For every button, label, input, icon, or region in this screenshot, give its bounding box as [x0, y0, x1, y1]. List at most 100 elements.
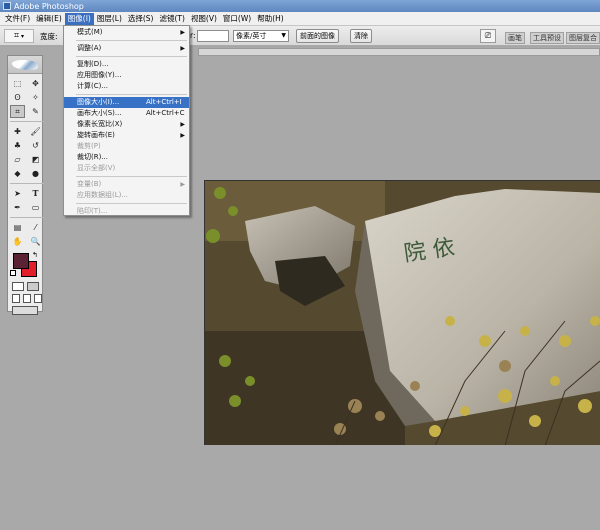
image-menu-dropdown: 模式(M) ▶ 调整(A) ▶ 复制(D)... 应用图像(Y)... 计算(C).… — [63, 25, 190, 216]
menu-select[interactable]: 选择(S) — [125, 13, 157, 25]
menu-bar: 文件(F) 编辑(E) 图像(I) 图层(L) 选择(S) 滤镜(T) 视图(V… — [0, 12, 600, 26]
menu-item-adjustments[interactable]: 调整(A) ▶ — [64, 43, 189, 54]
paint-bucket-tool-icon[interactable]: ◩ — [28, 153, 43, 166]
clone-stamp-tool-icon[interactable]: ♣ — [10, 139, 25, 152]
document-window-titlebar[interactable] — [198, 48, 600, 56]
menu-image[interactable]: 图像(I) — [64, 12, 94, 25]
zoom-tool-icon[interactable]: 🔍 — [28, 235, 43, 248]
chevron-down-icon: ▼ — [281, 32, 286, 39]
menu-window[interactable]: 窗口(W) — [220, 13, 254, 25]
unit-select-value: 像素/英寸 — [236, 32, 267, 40]
menu-item-calculations[interactable]: 计算(C)... — [64, 81, 189, 92]
menu-layer[interactable]: 图层(L) — [94, 13, 125, 25]
submenu-arrow-icon: ▶ — [180, 181, 185, 188]
menu-item-pixel-aspect-ratio[interactable]: 像素长宽比(X) ▶ — [64, 119, 189, 130]
menu-edit[interactable]: 编辑(E) — [33, 13, 65, 25]
dodge-tool-icon[interactable]: ● — [28, 167, 43, 180]
menu-item-mode[interactable]: 模式(M) ▶ — [64, 27, 189, 38]
photo-image: 院 依 — [205, 181, 600, 445]
window-title: Adobe Photoshop — [14, 1, 84, 11]
submenu-arrow-icon: ▶ — [180, 121, 185, 128]
menu-item-trap: 陷印(T)... — [77, 207, 108, 215]
menu-view[interactable]: 视图(V) — [188, 13, 220, 25]
width-label: 宽度: — [40, 32, 58, 41]
submenu-arrow-icon: ▶ — [180, 132, 185, 139]
imageready-row — [8, 303, 42, 315]
hand-tool-icon[interactable]: ✋ — [10, 235, 25, 248]
menu-item-rotate-canvas[interactable]: 旋转画布(E) ▶ — [64, 130, 189, 141]
menu-item-reveal-all: 显示全部(V) — [77, 164, 116, 172]
menu-separator — [76, 203, 187, 204]
swap-colors-icon[interactable]: ↰ — [32, 251, 38, 259]
quick-mask-mode-icon[interactable] — [27, 282, 39, 291]
menu-separator — [76, 40, 187, 41]
history-brush-tool-icon[interactable]: ↺ — [28, 139, 43, 152]
toolbox-divider — [10, 121, 44, 122]
crop-tool-icon[interactable]: ⌗ — [10, 105, 25, 118]
menu-item-variables: 变量(B) ▶ — [77, 180, 185, 188]
default-colors-icon[interactable] — [10, 270, 16, 276]
menu-filter[interactable]: 滤镜(T) — [157, 13, 188, 25]
title-bar: Adobe Photoshop — [0, 0, 600, 12]
tab-layer-comps[interactable]: 图层复合 — [566, 32, 600, 44]
foreground-color-swatch[interactable] — [13, 253, 29, 269]
slice-tool-icon[interactable]: ✎ — [28, 105, 43, 118]
toolbox-divider — [10, 217, 44, 218]
menu-item-duplicate[interactable]: 复制(D)... — [64, 59, 189, 70]
image-canvas[interactable]: 院 依 — [204, 180, 600, 445]
clear-button[interactable]: 清除 — [350, 29, 372, 43]
menu-file[interactable]: 文件(F) — [2, 13, 33, 25]
toolbox-header[interactable] — [8, 56, 42, 74]
tool-preset-picker[interactable]: ⌗ ▾ — [4, 29, 34, 43]
menu-separator — [76, 94, 187, 95]
resolution-input[interactable] — [197, 30, 229, 42]
eraser-tool-icon[interactable]: ▱ — [10, 153, 25, 166]
feather-icon — [12, 59, 38, 70]
color-swatches: ↰ — [10, 251, 42, 279]
notes-tool-icon[interactable]: ▤ — [10, 221, 25, 234]
menu-item-image-size[interactable]: 图像大小(I)... Alt+Ctrl+I — [64, 97, 189, 108]
eyedropper-tool-icon[interactable]: ⁄ — [28, 221, 43, 234]
chevron-down-icon: ▾ — [21, 32, 25, 40]
screen-mode-row — [8, 291, 42, 303]
submenu-arrow-icon: ▶ — [180, 45, 185, 52]
front-image-button[interactable]: 前面的图像 — [296, 29, 339, 43]
menu-separator — [76, 56, 187, 57]
toolbox-divider — [10, 183, 44, 184]
menu-item-canvas-size[interactable]: 画布大小(S)... Alt+Ctrl+C — [64, 108, 189, 119]
menu-help[interactable]: 帮助(H) — [254, 13, 287, 25]
full-screen-menu-mode-icon[interactable] — [23, 294, 31, 303]
menu-item-apply-data-set: 应用数据组(L)... — [77, 191, 129, 199]
menu-item-crop: 裁剪(P) — [77, 142, 101, 150]
lasso-tool-icon[interactable]: ʘ — [10, 91, 25, 104]
standard-mode-icon[interactable] — [12, 282, 24, 291]
path-selection-tool-icon[interactable]: ➤ — [10, 187, 25, 200]
tab-brushes[interactable]: 画笔 — [505, 32, 525, 44]
shortcut-label: Alt+Ctrl+I — [146, 98, 182, 106]
submenu-arrow-icon: ▶ — [180, 29, 185, 36]
type-tool-icon[interactable]: T — [28, 187, 43, 200]
resolution-label: r: — [190, 31, 196, 40]
photoshop-logo-icon — [3, 2, 11, 10]
magic-wand-tool-icon[interactable]: ✧ — [28, 91, 43, 104]
jump-to-imageready-icon[interactable] — [12, 306, 38, 315]
shortcut-label: Alt+Ctrl+C — [146, 109, 185, 117]
brush-palette-icon[interactable]: ⎚ — [480, 29, 496, 43]
quick-mask-row — [8, 279, 42, 291]
full-screen-mode-icon[interactable] — [34, 294, 42, 303]
unit-select[interactable]: 像素/英寸 ▼ — [233, 30, 289, 42]
pen-tool-icon[interactable]: ✒ — [10, 201, 25, 214]
move-tool-icon[interactable]: ✥ — [28, 77, 43, 90]
brush-tool-icon[interactable]: 🖌 — [28, 125, 43, 138]
tab-tool-presets[interactable]: 工具预设 — [530, 32, 564, 44]
menu-separator — [76, 176, 187, 177]
shape-tool-icon[interactable]: ▭ — [28, 201, 43, 214]
marquee-tool-icon[interactable]: ⬚ — [10, 77, 25, 90]
blur-tool-icon[interactable]: ◆ — [10, 167, 25, 180]
toolbox: ⬚ ✥ ʘ ✧ ⌗ ✎ ✚ 🖌 ♣ ↺ ▱ ◩ ◆ ● ➤ T ✒ ▭ ▤ ⁄ … — [7, 55, 44, 315]
crop-icon: ⌗ — [13, 31, 20, 41]
healing-brush-tool-icon[interactable]: ✚ — [10, 125, 25, 138]
standard-screen-mode-icon[interactable] — [12, 294, 20, 303]
menu-item-apply-image[interactable]: 应用图像(Y)... — [64, 70, 189, 81]
menu-item-trim[interactable]: 裁切(R)... — [64, 152, 189, 163]
